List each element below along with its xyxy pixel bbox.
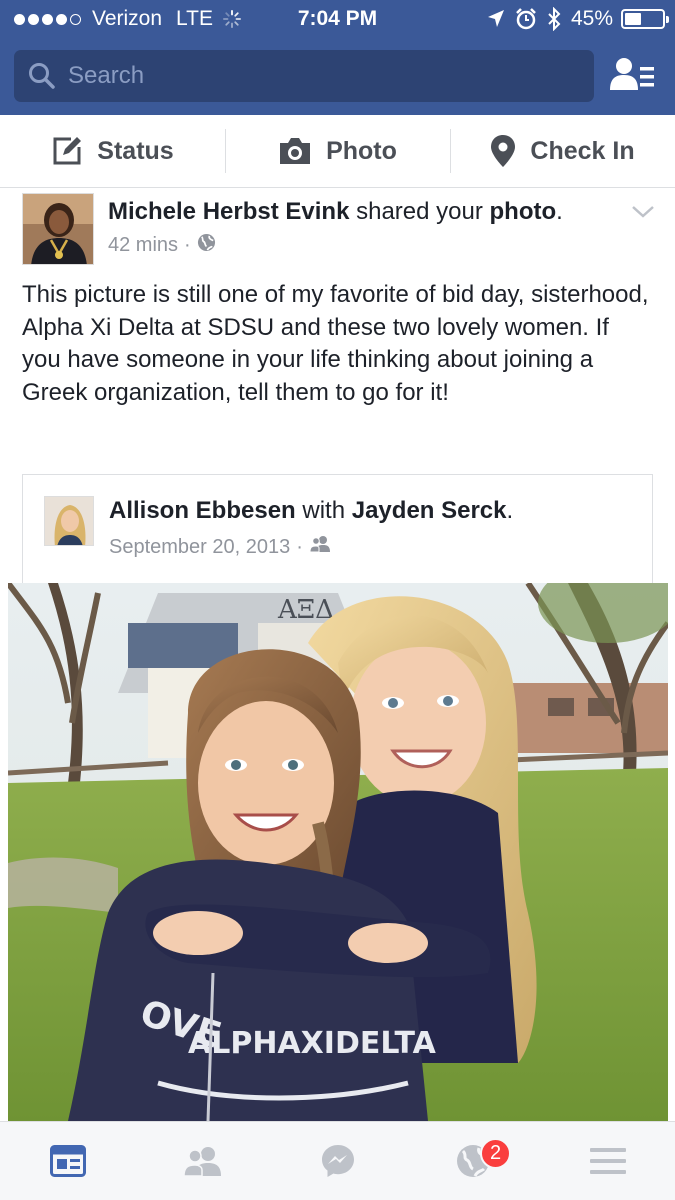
friend-requests-button[interactable] bbox=[610, 56, 656, 96]
menu-icon bbox=[589, 1148, 626, 1174]
battery-fill bbox=[625, 13, 642, 25]
messenger-icon bbox=[321, 1145, 354, 1177]
tab-messenger[interactable] bbox=[270, 1122, 405, 1200]
check-in-button[interactable]: Check In bbox=[450, 115, 675, 187]
composer-bar: Status Photo Check In bbox=[0, 115, 675, 188]
with-text: with bbox=[302, 497, 346, 524]
meta-separator: · bbox=[184, 234, 191, 256]
tab-notifications[interactable]: 2 bbox=[405, 1122, 540, 1200]
story-timestamp[interactable]: 42 mins bbox=[108, 234, 178, 257]
friend-list-icon bbox=[610, 58, 654, 90]
status-bar-right: 45% bbox=[487, 7, 669, 31]
search-bar[interactable] bbox=[14, 50, 594, 102]
house-letters: ΑΞΔ bbox=[277, 595, 334, 625]
shared-author-avatar[interactable] bbox=[44, 496, 94, 546]
news-feed-icon bbox=[49, 1145, 86, 1177]
tagged-person-link[interactable]: Jayden Serck bbox=[352, 497, 507, 524]
chevron-down-icon[interactable] bbox=[628, 199, 658, 223]
camera-icon bbox=[280, 138, 311, 164]
ios-status-bar: Verizon LTE 7:04 PM 45% bbox=[0, 0, 675, 38]
edit-status-icon bbox=[53, 137, 82, 165]
location-pin-icon bbox=[491, 135, 516, 167]
bottom-tab-bar: 2 bbox=[0, 1121, 675, 1200]
friends-icon bbox=[309, 535, 331, 559]
shared-author-link[interactable]: Allison Ebbesen bbox=[109, 497, 296, 524]
shared-post-header: Allison Ebbesen with Jayden Serck. bbox=[109, 497, 514, 524]
battery-icon bbox=[621, 9, 669, 29]
status-button-label: Status bbox=[97, 136, 174, 165]
search-input[interactable] bbox=[68, 62, 548, 90]
shared-photo[interactable]: ΑΞΔ OVE ALPHAXIDELTA bbox=[8, 583, 668, 1121]
story-action-text: shared your bbox=[356, 198, 483, 225]
tab-more-menu[interactable] bbox=[540, 1122, 675, 1200]
signal-strength-icon bbox=[14, 13, 84, 25]
meta-separator: · bbox=[296, 535, 303, 558]
shared-post-date[interactable]: September 20, 2013 bbox=[109, 536, 290, 559]
story-header: Michele Herbst Evink shared your photo. bbox=[108, 198, 563, 225]
globe-icon bbox=[197, 233, 216, 258]
status-button[interactable]: Status bbox=[0, 115, 225, 187]
tab-friend-requests[interactable] bbox=[135, 1122, 270, 1200]
tab-news-feed[interactable] bbox=[0, 1122, 135, 1200]
status-bar-left: Verizon LTE bbox=[14, 7, 242, 31]
bluetooth-icon bbox=[548, 7, 561, 31]
activity-spinner-icon bbox=[223, 10, 242, 28]
shared-post-card[interactable]: Allison Ebbesen with Jayden Serck. Septe… bbox=[22, 474, 653, 584]
location-arrow-icon bbox=[487, 10, 504, 27]
friends-icon bbox=[182, 1147, 221, 1176]
battery-percent: 45% bbox=[570, 7, 613, 30]
shared-post-meta: September 20, 2013 · bbox=[109, 535, 331, 559]
actor-name-link[interactable]: Michele Herbst Evink bbox=[108, 198, 349, 225]
actor-avatar[interactable] bbox=[22, 193, 94, 265]
notifications-badge: 2 bbox=[480, 1138, 511, 1169]
shared-object-link[interactable]: photo bbox=[490, 198, 557, 225]
story-meta: 42 mins · bbox=[108, 233, 216, 258]
top-header: Verizon LTE 7:04 PM 45% bbox=[0, 0, 675, 115]
search-icon bbox=[29, 63, 55, 89]
alarm-icon bbox=[516, 8, 536, 30]
network-type: LTE bbox=[176, 7, 214, 30]
photo-button-label: Photo bbox=[326, 136, 397, 165]
photo-button[interactable]: Photo bbox=[225, 115, 450, 187]
story-message: This picture is still one of my favorite… bbox=[22, 281, 649, 406]
carrier-name: Verizon bbox=[92, 7, 163, 30]
sweatshirt-main-text: ALPHAXIDELTA bbox=[188, 1026, 437, 1061]
check-in-button-label: Check In bbox=[530, 136, 635, 165]
